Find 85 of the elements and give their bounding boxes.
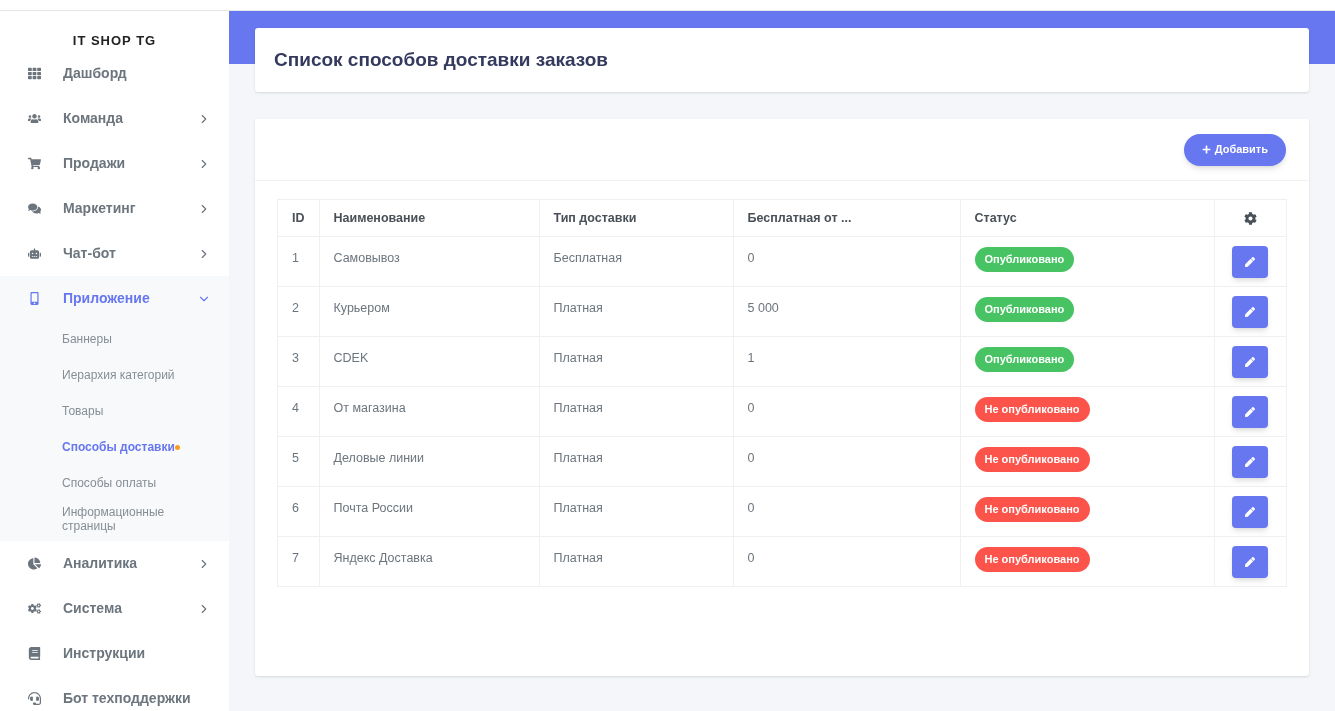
- sidebar-item[interactable]: Система: [0, 586, 229, 631]
- pencil-icon: [1245, 507, 1256, 517]
- sidebar-item[interactable]: Маркетинг: [0, 186, 229, 231]
- edit-button[interactable]: [1232, 396, 1269, 428]
- pie-chart-icon: [28, 557, 41, 570]
- table-cell: 0: [747, 551, 755, 565]
- table-cell: Самовывоз: [333, 251, 400, 265]
- pencil-icon: [1245, 307, 1256, 317]
- table-cell: 0: [747, 401, 755, 415]
- table-cell: Курьером: [333, 301, 390, 315]
- robot-icon: [28, 247, 41, 260]
- table-cell: 5: [292, 451, 299, 465]
- edit-button[interactable]: [1232, 496, 1269, 528]
- table-cell: 5 000: [747, 301, 779, 315]
- cart-icon: [28, 157, 41, 170]
- submenu-item[interactable]: Иерархия категорий: [62, 368, 192, 382]
- submenu-item[interactable]: Способы оплаты: [62, 476, 192, 490]
- column-header: Бесплатная от ...: [733, 199, 960, 237]
- sidebar-item[interactable]: Команда: [0, 96, 229, 141]
- table-cell: От магазина: [333, 401, 406, 415]
- edit-button[interactable]: [1232, 446, 1269, 478]
- chat-bubbles-icon: [28, 202, 41, 215]
- table-cell: 0: [747, 501, 755, 515]
- edit-button[interactable]: [1232, 246, 1269, 278]
- table-cell: Платная: [553, 551, 603, 565]
- add-button[interactable]: Добавить: [1183, 133, 1286, 166]
- pencil-icon: [1245, 257, 1256, 267]
- table-cell: Яндекс Доставка: [333, 551, 433, 565]
- table-cell: 2: [292, 301, 299, 315]
- sidebar-item[interactable]: Бот техподдержки: [0, 676, 229, 711]
- table-cell: Платная: [553, 351, 603, 365]
- sidebar-item[interactable]: Инструкции: [0, 631, 229, 676]
- grid-icon: [28, 67, 41, 80]
- status-badge: Не опубликовано: [974, 547, 1090, 572]
- pencil-icon: [1245, 357, 1256, 367]
- book-icon: [28, 647, 41, 660]
- table-cell: 7: [292, 551, 299, 565]
- status-badge: Не опубликовано: [974, 497, 1090, 522]
- table-cell: 4: [292, 401, 299, 415]
- table-cell: 1: [747, 351, 755, 365]
- phone-icon: [28, 292, 41, 305]
- sidebar-item[interactable]: Приложение: [0, 276, 229, 321]
- column-header: Статус: [960, 199, 1214, 237]
- submenu-item[interactable]: Товары: [62, 404, 192, 418]
- status-badge: Опубликовано: [974, 247, 1075, 272]
- plus-icon: [1201, 145, 1211, 154]
- gears-icon: [28, 602, 41, 615]
- table-cell: Платная: [553, 301, 603, 315]
- pencil-icon: [1245, 457, 1256, 467]
- column-header: Наименование: [319, 199, 539, 237]
- pencil-icon: [1245, 407, 1256, 417]
- sidebar-item[interactable]: Продажи: [0, 141, 229, 186]
- table-cell: 3: [292, 351, 299, 365]
- status-badge: Опубликовано: [974, 347, 1075, 372]
- sidebar-item[interactable]: Аналитика: [0, 541, 229, 586]
- table-cell: Платная: [553, 451, 603, 465]
- submenu-item[interactable]: Баннеры: [62, 332, 192, 346]
- table-cell: Платная: [553, 501, 603, 515]
- page-title: Список способов доставки заказов: [274, 47, 609, 72]
- table-cell: 6: [292, 501, 299, 515]
- edit-button[interactable]: [1232, 546, 1269, 578]
- table-cell: CDEK: [333, 351, 369, 365]
- table-cell: Деловые линии: [333, 451, 425, 465]
- settings-icon[interactable]: [1243, 211, 1257, 225]
- table-cell: 0: [747, 251, 755, 265]
- table-cell: 0: [747, 451, 755, 465]
- sidebar-item[interactable]: Чат-бот: [0, 231, 229, 276]
- headset-icon: [28, 692, 41, 705]
- sidebar-item[interactable]: Дашборд: [0, 51, 229, 96]
- submenu-item[interactable]: Информационные страницы: [62, 505, 192, 533]
- column-header: ID: [277, 199, 319, 237]
- edit-button[interactable]: [1232, 296, 1269, 328]
- brand-logo[interactable]: IT SHOP TG: [0, 11, 229, 51]
- edit-button[interactable]: [1232, 346, 1269, 378]
- status-badge: Опубликовано: [974, 297, 1075, 322]
- pencil-icon: [1245, 557, 1256, 567]
- table-cell: Бесплатная: [553, 251, 622, 265]
- column-header: Тип доставки: [539, 199, 733, 237]
- status-badge: Не опубликовано: [974, 447, 1090, 472]
- submenu-item[interactable]: Способы доставки: [62, 440, 192, 454]
- table-cell: 1: [292, 251, 299, 265]
- table-cell: Платная: [553, 401, 603, 415]
- users-icon: [28, 112, 41, 125]
- status-badge: Не опубликовано: [974, 397, 1090, 422]
- table-cell: Почта России: [333, 501, 413, 515]
